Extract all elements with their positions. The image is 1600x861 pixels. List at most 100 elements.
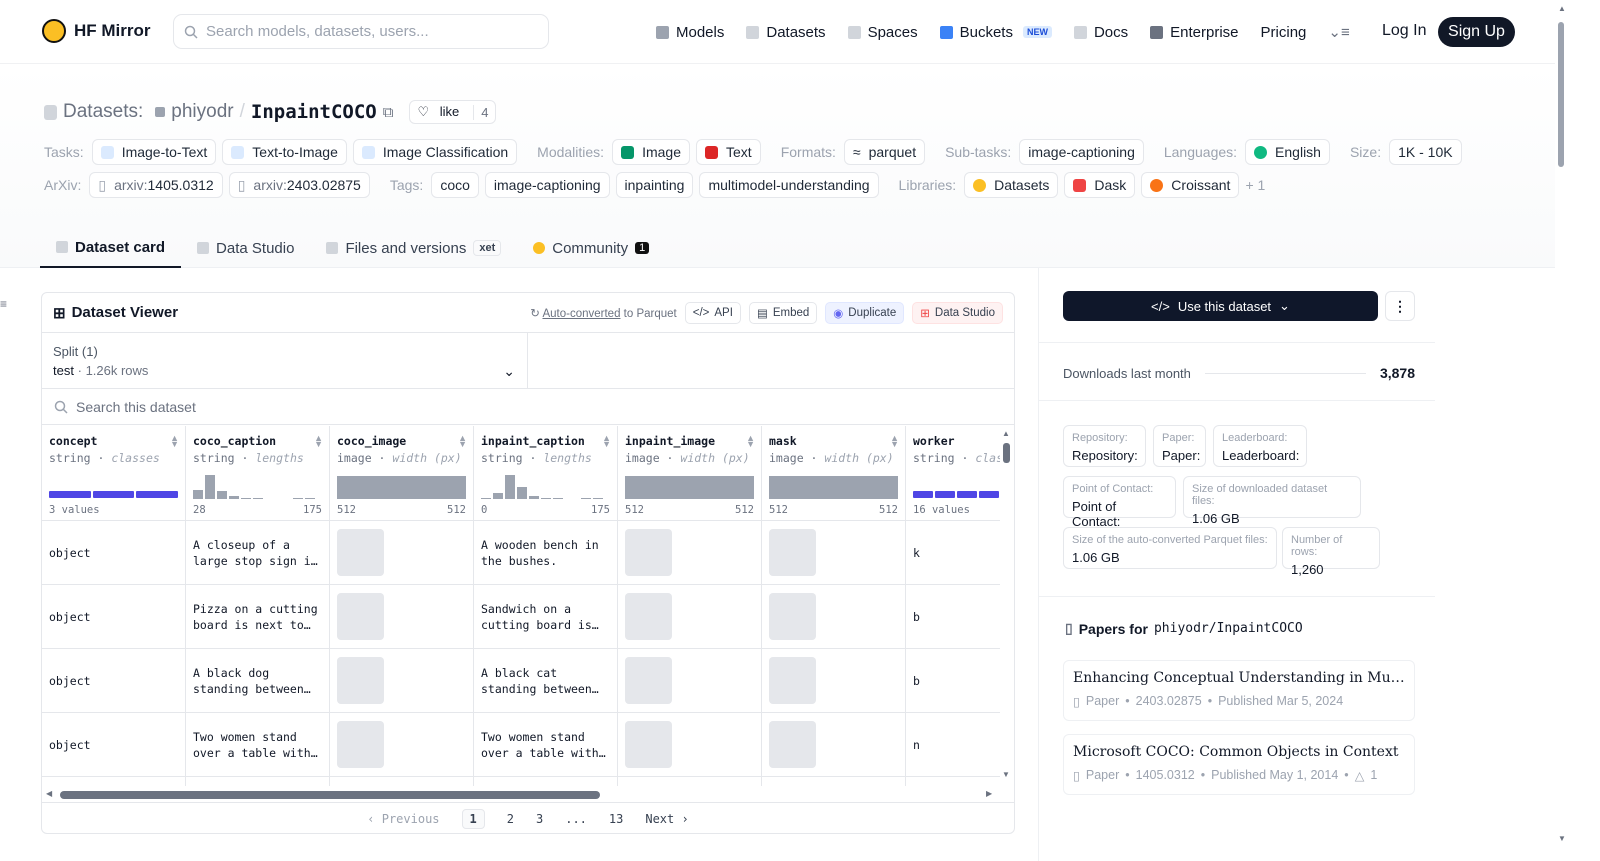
- task-chip[interactable]: Image-to-Text: [91, 139, 217, 165]
- format-chip[interactable]: ≈ parquet: [843, 139, 926, 165]
- arxiv-chip[interactable]: ▯ arxiv:2403.02875: [228, 172, 370, 198]
- login-link[interactable]: Log In: [1382, 22, 1426, 40]
- library-chip[interactable]: Dask: [1064, 172, 1136, 198]
- table-cell[interactable]: [618, 585, 761, 649]
- nav-models[interactable]: Models: [656, 24, 724, 41]
- nav-docs[interactable]: Docs: [1073, 24, 1128, 41]
- image-thumbnail[interactable]: [625, 593, 672, 640]
- table-cell[interactable]: Two women stand over a table with…: [474, 713, 617, 777]
- previous-page-button[interactable]: ‹ Previous: [367, 812, 439, 826]
- more-libraries[interactable]: + 1: [1245, 177, 1265, 193]
- vertical-scrollbar[interactable]: ▲ ▼: [1002, 429, 1012, 779]
- api-button[interactable]: </> API: [684, 301, 741, 324]
- tag-chip[interactable]: coco: [431, 172, 479, 198]
- paper-card[interactable]: Enhancing Conceptual Understanding in Mu…: [1063, 660, 1415, 721]
- split-select[interactable]: Split (1) test · 1.26k rows ⌄: [42, 333, 528, 388]
- table-cell[interactable]: [762, 521, 905, 585]
- table-cell[interactable]: [330, 521, 473, 585]
- auto-converted-note[interactable]: ↻ Auto-converted to Parquet: [530, 306, 676, 320]
- table-cell[interactable]: [618, 521, 761, 585]
- meta-point-of-contact[interactable]: Point of Contact: Point of Contact:: [1063, 476, 1176, 529]
- search-input[interactable]: Search models, datasets, users...: [173, 14, 549, 49]
- table-cell[interactable]: [618, 713, 761, 777]
- datasets-label[interactable]: Datasets:: [63, 101, 143, 123]
- horizontal-scrollbar[interactable]: ◀ ▶: [42, 786, 1000, 802]
- subtask-chip[interactable]: image-captioning: [1019, 139, 1144, 165]
- library-chip[interactable]: Datasets: [964, 172, 1059, 198]
- sort-icon[interactable]: ▲ ▼: [314, 434, 323, 449]
- image-thumbnail[interactable]: [337, 529, 384, 576]
- column-header[interactable]: coco_caption string · lengths ▲ ▼ 28 175: [186, 426, 329, 521]
- dataset-search-input[interactable]: Search this dataset: [42, 389, 1014, 425]
- meta-paper[interactable]: Paper: Paper:: [1153, 425, 1206, 467]
- column-header[interactable]: inpaint_image image · width (px) ▲ ▼ 512 5…: [618, 426, 761, 521]
- auto-converted-link[interactable]: Auto-converted: [542, 308, 620, 320]
- table-cell[interactable]: [330, 649, 473, 713]
- modality-chip[interactable]: Image: [612, 139, 690, 165]
- column-header[interactable]: mask image · width (px) ▲ ▼ 512 512: [762, 426, 905, 521]
- paper-title[interactable]: Enhancing Conceptual Understanding in Mu…: [1073, 670, 1405, 686]
- paper-card[interactable]: Microsoft COCO: Common Objects in Contex…: [1063, 734, 1415, 795]
- table-cell[interactable]: [762, 713, 905, 777]
- table-cell[interactable]: A black dog standing between…: [186, 649, 329, 713]
- page-button[interactable]: 13: [609, 812, 623, 826]
- image-thumbnail[interactable]: [769, 593, 816, 640]
- sidebar-toggle-icon[interactable]: ≡: [0, 297, 7, 311]
- tag-chip[interactable]: multimodel-understanding: [699, 172, 879, 198]
- table-cell[interactable]: object: [42, 649, 185, 713]
- data-studio-button[interactable]: ⊞ Data Studio: [912, 301, 1003, 324]
- width-histogram[interactable]: [769, 476, 898, 499]
- meta-leaderboard[interactable]: Leaderboard: Leaderboard:: [1213, 425, 1307, 467]
- tab-community[interactable]: Community 1: [517, 228, 665, 268]
- page-button[interactable]: 2: [507, 812, 514, 826]
- width-histogram[interactable]: [337, 476, 466, 499]
- tab-files[interactable]: Files and versions xet: [310, 228, 517, 268]
- class-distribution-bar[interactable]: [49, 491, 179, 498]
- table-cell[interactable]: A black cat standing between…: [474, 649, 617, 713]
- table-cell[interactable]: Pizza on a cutting board is next to…: [186, 585, 329, 649]
- image-thumbnail[interactable]: [337, 593, 384, 640]
- table-cell[interactable]: object: [42, 521, 185, 585]
- sort-icon[interactable]: ▲ ▼: [746, 434, 755, 449]
- tag-chip[interactable]: image-captioning: [484, 172, 610, 198]
- table-cell[interactable]: Sandwich on a cutting board is…: [474, 585, 617, 649]
- column-header[interactable]: coco_image image · width (px) ▲ ▼ 512 512: [330, 426, 473, 521]
- image-thumbnail[interactable]: [769, 657, 816, 704]
- table-cell[interactable]: object: [42, 713, 185, 777]
- sort-icon[interactable]: ▲ ▼: [890, 434, 899, 449]
- image-thumbnail[interactable]: [625, 721, 672, 768]
- copy-icon[interactable]: ⧉: [383, 104, 394, 121]
- nav-pricing[interactable]: Pricing: [1261, 24, 1307, 41]
- paper-title[interactable]: Microsoft COCO: Common Objects in Contex…: [1073, 744, 1405, 760]
- modality-chip[interactable]: Text: [696, 139, 761, 165]
- class-distribution-bar[interactable]: [913, 491, 999, 498]
- nav-buckets[interactable]: Buckets NEW: [939, 24, 1052, 41]
- table-cell[interactable]: [330, 585, 473, 649]
- table-cell[interactable]: b: [906, 649, 1000, 713]
- nav-datasets[interactable]: Datasets: [746, 24, 826, 41]
- sort-icon[interactable]: ▲ ▼: [458, 434, 467, 449]
- signup-button[interactable]: Sign Up: [1438, 17, 1515, 47]
- image-thumbnail[interactable]: [337, 657, 384, 704]
- length-histogram[interactable]: [481, 471, 610, 499]
- table-cell[interactable]: n: [906, 713, 1000, 777]
- table-cell[interactable]: [762, 649, 905, 713]
- next-page-button[interactable]: Next ›: [645, 812, 688, 826]
- sort-icon[interactable]: ▲ ▼: [602, 434, 611, 449]
- upvote-icon[interactable]: △: [1355, 768, 1365, 783]
- size-chip[interactable]: 1K - 10K: [1389, 139, 1462, 165]
- nav-enterprise[interactable]: Enterprise: [1150, 24, 1239, 41]
- image-thumbnail[interactable]: [337, 721, 384, 768]
- task-chip[interactable]: Image Classification: [352, 139, 518, 165]
- column-header[interactable]: inpaint_caption string · lengths ▲ ▼ 0 175: [474, 426, 617, 521]
- image-thumbnail[interactable]: [625, 657, 672, 704]
- page-scrollbar[interactable]: ▲ ▼: [1555, 0, 1568, 861]
- use-dataset-button[interactable]: </> Use this dataset ⌄: [1063, 291, 1378, 321]
- image-thumbnail[interactable]: [769, 721, 816, 768]
- table-cell[interactable]: [330, 713, 473, 777]
- table-cell[interactable]: A wooden bench in the bushes.: [474, 521, 617, 585]
- like-button[interactable]: ♡ like 4: [409, 100, 497, 124]
- meta-repository[interactable]: Repository: Repository:: [1063, 425, 1146, 467]
- image-thumbnail[interactable]: [769, 529, 816, 576]
- width-histogram[interactable]: [625, 476, 754, 499]
